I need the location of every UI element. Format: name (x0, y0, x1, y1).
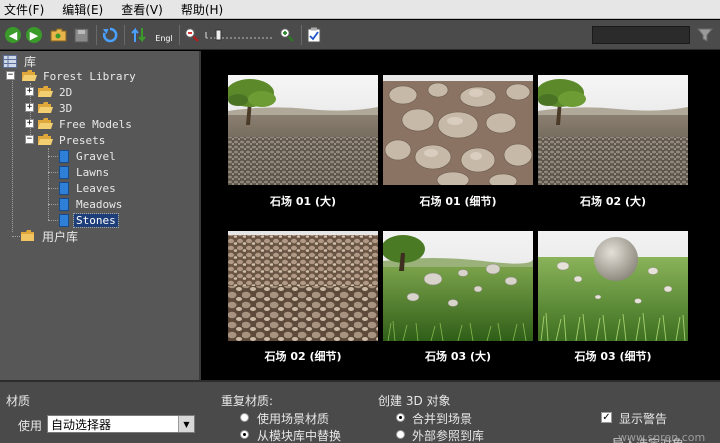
folder-icon (50, 28, 67, 42)
library-tree[interactable]: 库 − Forest Library + 2D + 3D + Free Mode… (0, 51, 201, 380)
tree-root[interactable]: 库 (3, 53, 38, 69)
show-warnings-label: 显示警告 (619, 412, 668, 426)
open-folder-button[interactable] (50, 26, 67, 44)
tree-item-leaves[interactable]: Leaves (59, 180, 118, 196)
tree-item-meadows[interactable]: Meadows (59, 196, 124, 212)
thumbnail-stone-field-01-large[interactable] (228, 75, 378, 185)
tree-item-presets[interactable]: − Presets (21, 132, 107, 148)
language-label: Engl (155, 33, 173, 43)
thumbnail-stone-field-03-detail[interactable] (538, 231, 688, 341)
thumbnail-stone-field-02-large[interactable] (538, 75, 688, 185)
thumbnail-caption: 石场 01 (大) (269, 195, 337, 208)
tree-item-3d[interactable]: + 3D (21, 100, 74, 116)
preset-icon (59, 165, 69, 179)
folder-icon (38, 118, 53, 129)
preset-icon (59, 213, 69, 227)
chevron-down-icon: ▼ (178, 416, 194, 432)
expand-toggle[interactable]: + (25, 87, 34, 96)
sort-button[interactable] (130, 26, 148, 44)
watermark-text: www.snren.com (618, 431, 706, 443)
thumbnail-caption: 石场 02 (大) (579, 195, 647, 208)
toolbar: ◀ ▶ Engl (0, 20, 720, 50)
zoom-slider-track (205, 29, 272, 41)
use-scene-material-radio[interactable] (240, 413, 249, 422)
back-button[interactable]: ◀ (5, 26, 21, 44)
collapse-toggle[interactable]: − (25, 135, 34, 144)
merge-to-scene-radio[interactable] (396, 413, 405, 422)
pebbles-detail-image (228, 231, 378, 341)
back-arrow-icon: ◀ (5, 27, 21, 43)
zoom-out-icon (184, 27, 199, 42)
show-warnings-checkbox[interactable]: ✓ (601, 412, 612, 423)
thumbnail-caption: 石场 01 (细节) (419, 195, 497, 208)
forward-arrow-icon: ▶ (26, 27, 42, 43)
rocks-detail-image (383, 75, 533, 185)
create-3d-object-title: 创建 3D 对象 (378, 394, 451, 408)
folder-icon (38, 86, 53, 97)
folder-icon (21, 230, 34, 241)
expand-toggle[interactable]: + (25, 119, 34, 128)
tree-item-2d[interactable]: + 2D (21, 84, 74, 100)
refresh-button[interactable] (102, 26, 118, 44)
thumbnail-caption: 石场 03 (大) (424, 350, 492, 363)
thumbnail-stone-field-03-large[interactable] (383, 231, 533, 341)
material-selector-dropdown[interactable]: 自动选择器 ▼ (47, 415, 195, 433)
library-grid-icon (3, 54, 17, 68)
thumbnail-gallery: 石场 01 (大) 石场 01 (细节) 石场 02 (大) 石场 02 (细节… (203, 51, 720, 380)
menu-help[interactable]: 帮助(H) (181, 1, 223, 18)
material-section-title: 材质 (6, 394, 31, 408)
zoom-in-button[interactable] (279, 26, 295, 44)
properties-button[interactable] (307, 26, 321, 44)
language-button[interactable]: Engl (152, 26, 176, 44)
zoom-slider[interactable] (204, 26, 274, 44)
collapse-toggle[interactable]: − (6, 71, 15, 80)
open-folder-icon (38, 134, 53, 145)
menu-bar: 文件(F) 编辑(E) 查看(V) 帮助(H) (0, 0, 720, 19)
thumbnail-stone-field-02-detail[interactable] (228, 231, 378, 341)
tree-item-stones[interactable]: Stones (59, 212, 119, 228)
thumbnail-caption: 石场 03 (细节) (574, 350, 652, 363)
zoom-out-button[interactable] (184, 26, 200, 44)
grass-stones-image (383, 231, 533, 341)
grass-boulder-image (538, 231, 688, 341)
tree-item-gravel[interactable]: Gravel (59, 148, 118, 164)
menu-edit[interactable]: 编辑(E) (62, 1, 103, 18)
filter-funnel-icon[interactable] (696, 27, 714, 43)
tree-item-user-library[interactable]: 用户库 (21, 228, 80, 244)
thumbnail-caption: 石场 02 (细节) (264, 350, 342, 363)
duplicate-material-title: 重复材质: (221, 394, 274, 408)
search-input[interactable] (592, 26, 690, 44)
tree-item-free-models[interactable]: + Free Models (21, 116, 134, 132)
expand-toggle[interactable]: + (25, 103, 34, 112)
preset-icon (59, 149, 69, 163)
stone-field-image (538, 75, 688, 185)
options-panel: 材质 使用 自动选择器 ▼ 重复材质: 使用场景材质 从模块库中替换 创建 3D… (0, 380, 720, 443)
use-scene-material-label: 使用场景材质 (257, 412, 330, 426)
forward-button[interactable]: ▶ (26, 26, 42, 44)
xref-to-library-radio[interactable] (396, 430, 405, 439)
refresh-icon (102, 27, 118, 43)
merge-to-scene-label: 合并到场景 (412, 412, 473, 426)
save-button[interactable] (74, 26, 89, 44)
save-disk-icon (74, 28, 89, 42)
open-folder-icon (22, 70, 37, 81)
sort-arrows-icon (131, 27, 146, 43)
material-use-label: 使用 (18, 419, 43, 433)
menu-file[interactable]: 文件(F) (4, 1, 44, 18)
clipboard-check-icon (307, 27, 321, 43)
replace-from-library-label: 从模块库中替换 (257, 429, 342, 443)
zoom-slider-thumb (215, 29, 222, 41)
thumbnail-stone-field-01-detail[interactable] (383, 75, 533, 185)
stone-field-image (228, 75, 378, 185)
tree-item-forest-library[interactable]: − Forest Library (3, 68, 138, 84)
zoom-in-icon (279, 27, 294, 42)
preset-icon (59, 181, 69, 195)
preset-icon (59, 197, 69, 211)
replace-from-library-radio[interactable] (240, 430, 249, 439)
xref-to-library-label: 外部参照到库 (412, 429, 485, 443)
folder-icon (38, 102, 53, 113)
menu-view[interactable]: 查看(V) (121, 1, 163, 18)
tree-item-lawns[interactable]: Lawns (59, 164, 111, 180)
